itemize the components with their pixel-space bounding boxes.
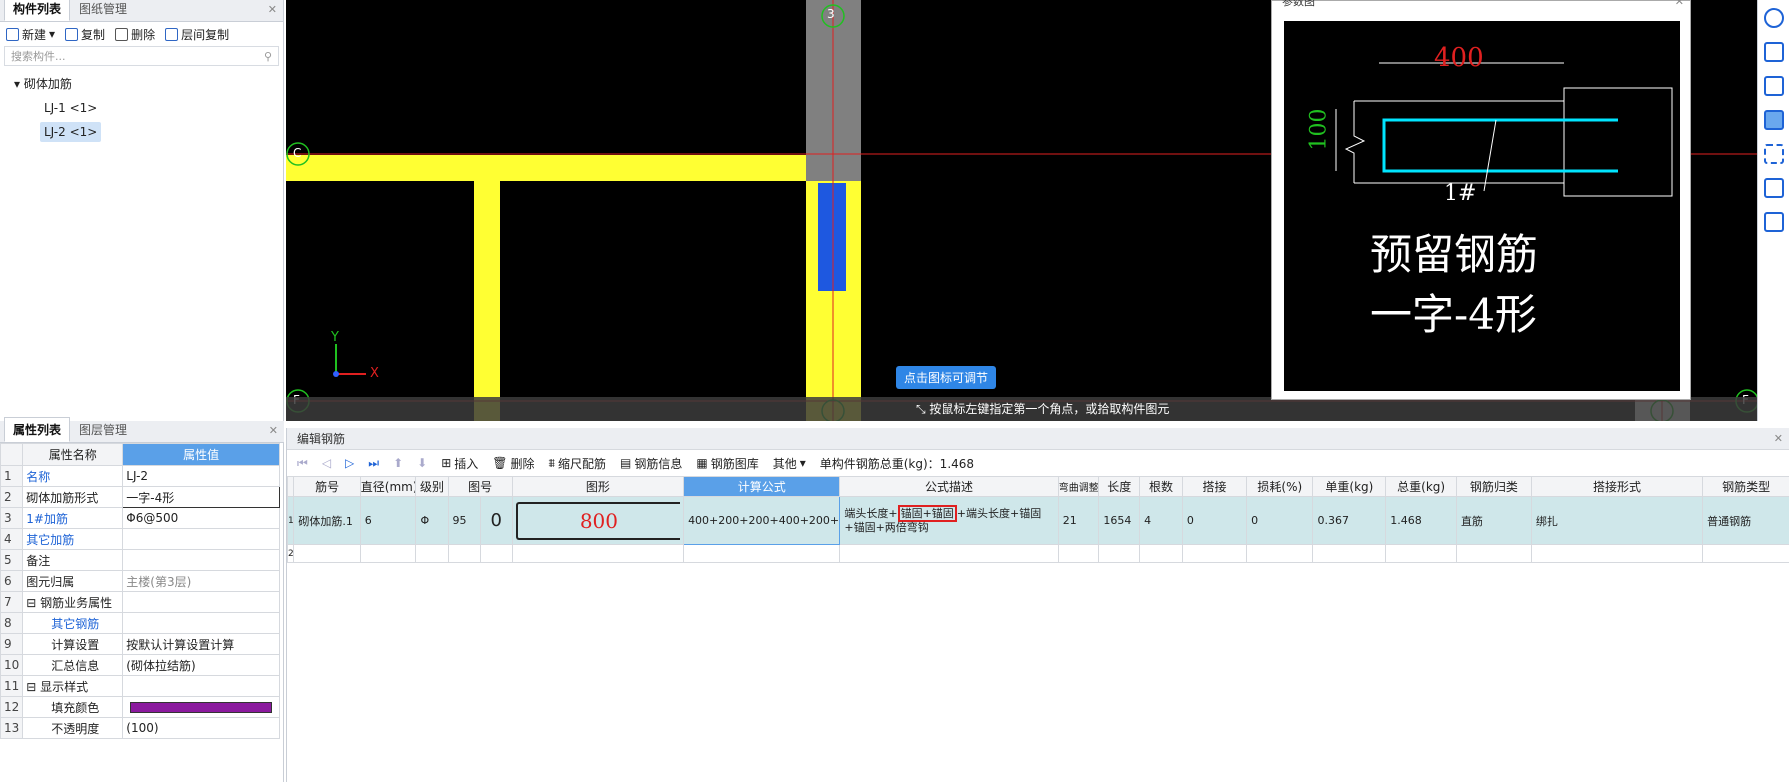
library-icon: ▦ <box>696 456 708 470</box>
table-row[interactable]: 2 <box>286 544 1789 563</box>
table-row[interactable]: 1 砌体加筋.1 6 Φ 95 0 800 400+200+200+400+20… <box>286 496 1789 545</box>
prop-row[interactable]: 7 ⊟ 钢筋业务属性 <box>0 591 280 613</box>
ref-drawing: 400 100 1# 预留钢筋 一字-4形 <box>1284 21 1680 391</box>
prop-row[interactable]: 6 图元归属 主楼(第3层) <box>0 570 280 592</box>
trash-icon: 🗑 <box>492 456 508 470</box>
ref-caption-1: 预留钢筋 <box>1370 230 1539 279</box>
prop-row[interactable]: 5 备注 <box>0 549 280 571</box>
cube-icon[interactable] <box>1764 76 1784 96</box>
prop-row[interactable]: 9 计算设置 按默认计算设置计算 <box>0 633 280 655</box>
move-up-icon[interactable]: ⬆ <box>393 456 403 470</box>
prop-row[interactable]: 12 填充颜色 <box>0 696 280 718</box>
new-button[interactable]: 新建 ▾ <box>6 26 55 43</box>
move-down-icon[interactable]: ⬇ <box>417 456 427 470</box>
prop-row[interactable]: 13 不透明度 (100) <box>0 717 280 739</box>
formula-cell[interactable]: 400+200+200+400+200+200+12.5*d <box>683 496 841 545</box>
rebar-editor-title: 编辑钢筋 <box>297 432 346 446</box>
copy-button[interactable]: 复制 <box>65 26 105 43</box>
tab-component-list[interactable]: 构件列表 <box>4 0 71 21</box>
layer-view-icon[interactable] <box>1764 178 1784 198</box>
col-formula: 计算公式 <box>683 476 841 497</box>
prop-row[interactable]: 8 其它钢筋 <box>0 612 280 634</box>
ucs-x-label: X <box>370 366 379 381</box>
delete-row-button[interactable]: 🗑 删除 <box>492 455 534 472</box>
floor-copy-icon <box>165 27 179 41</box>
close-icon[interactable]: ✕ <box>268 3 277 16</box>
prop-row[interactable]: 10 汇总信息 (砌体拉结筋) <box>0 654 280 676</box>
selected-element[interactable] <box>818 183 846 291</box>
scale-rebar-button[interactable]: ⩩ 缩尺配筋 <box>549 455 606 472</box>
left-panel: 构件列表 图纸管理 ✕ 新建 ▾ 复制 删除 层间复制 搜索构件... ⚲ ▾ 砌体… <box>0 0 284 782</box>
component-search-input[interactable]: 搜索构件... ⚲ <box>4 46 279 66</box>
ref-break-line <box>1344 101 1366 183</box>
prop-row[interactable]: 1 名称 LJ-2 <box>0 465 280 487</box>
reference-image-panel: 参数图 ✕ 400 100 1# 预留钢筋 一字-4形 <box>1271 0 1691 400</box>
next-record-icon[interactable]: ▷ <box>345 456 354 470</box>
command-status: ⤡ 按鼠标左键指定第一个角点，或拾取构件图元 <box>286 397 1757 421</box>
delete-button[interactable]: 删除 <box>115 26 155 43</box>
axis-label-c: C <box>293 146 302 160</box>
wall-vertical <box>474 181 500 421</box>
search-icon: ⚲ <box>263 49 272 63</box>
ref-caption-2: 一字-4形 <box>1370 290 1537 339</box>
prop-row[interactable]: 4 其它加筋 <box>0 528 280 550</box>
tab-property-list[interactable]: 属性列表 <box>4 417 71 442</box>
ref-dim-100: 100 <box>1306 108 1332 151</box>
trash-icon <box>115 27 129 41</box>
prop-row[interactable]: 11 ⊟ 显示样式 <box>0 675 280 697</box>
tree-item-lj2[interactable]: LJ-2 <1> <box>14 120 283 144</box>
ref-column <box>1563 87 1673 197</box>
tooltip-adjust: 点击图标可调节 <box>896 366 997 389</box>
highlighted-anchor: 锚固+锚固 <box>897 504 957 522</box>
scale-icon: ⩩ <box>548 455 555 470</box>
property-table: 属性名称 属性值 1 名称 LJ-2 2 砌体加筋形式 一字-4形 3 1#加筋 Φ6@500… <box>0 443 280 739</box>
cursor-icon: ⤡ <box>916 402 930 416</box>
document-icon[interactable] <box>1764 212 1784 232</box>
ref-dim-400: 400 <box>1434 43 1484 73</box>
copy-icon <box>65 27 79 41</box>
ref-title: 参数图 <box>1282 0 1315 8</box>
prop-row[interactable]: 3 1#加筋 Φ6@500 <box>0 507 280 529</box>
component-tree: ▾ 砌体加筋 LJ-1 <1> LJ-2 <1> <box>0 66 283 144</box>
globe-icon[interactable] <box>1764 8 1784 28</box>
close-icon[interactable]: ✕ <box>1675 0 1684 8</box>
ref-rebar <box>1382 118 1618 173</box>
total-weight: 单构件钢筋总重(kg)：1.468 <box>819 456 975 471</box>
other-dropdown[interactable]: 其他 ▾ <box>773 455 806 472</box>
insert-icon: ⊞ <box>441 456 452 470</box>
tab-drawing-manager[interactable]: 图纸管理 <box>70 0 136 21</box>
col-prop-name: 属性名称 <box>22 443 124 466</box>
axis-label-3: 3 <box>827 7 835 21</box>
col-prop-value: 属性值 <box>122 443 280 466</box>
wall-horizontal <box>286 155 806 181</box>
ref-bar-label: 1# <box>1444 181 1477 206</box>
last-record-icon[interactable]: ⏭ <box>368 456 379 471</box>
shape-figure[interactable]: 800 <box>515 501 681 540</box>
fullscreen-icon[interactable] <box>1764 144 1784 164</box>
info-icon: ▤ <box>619 456 632 470</box>
cad-canvas[interactable]: 3 C F F X Y 点击图标可调节 ⤡ 按鼠标左键指定第一个角点，或拾取构件… <box>286 0 1757 421</box>
rebar-library-button[interactable]: ▦ 钢筋图库 <box>696 455 758 472</box>
3d-view-icon[interactable] <box>1764 42 1784 62</box>
new-icon <box>6 27 19 41</box>
tree-root[interactable]: ▾ 砌体加筋 <box>14 72 283 96</box>
rebar-grid: 筋号 直径(mm) 级别 图号 图形 计算公式 公式描述 弯曲调整 长度 根数 … <box>286 476 1789 563</box>
prop-row[interactable]: 2 砌体加筋形式 一字-4形 <box>0 486 280 508</box>
rebar-editor-panel: 编辑钢筋 ✕ ⏮ ◁ ▷ ⏭ ⬆ ⬇ ⊞ 插入 🗑 删除 ⩩ 缩尺配筋 ▤ 钢筋信息 ▦ 钢… <box>286 428 1789 782</box>
tree-item-lj1[interactable]: LJ-1 <1> <box>14 96 283 120</box>
ref-leader <box>1483 119 1497 192</box>
cube-filled-icon[interactable] <box>1764 110 1784 130</box>
tab-layer-manager[interactable]: 图层管理 <box>70 417 136 442</box>
close-icon[interactable]: ✕ <box>269 424 278 437</box>
rebar-info-button[interactable]: ▤ 钢筋信息 <box>620 455 682 472</box>
floor-copy-button[interactable]: 层间复制 <box>165 26 229 43</box>
first-record-icon[interactable]: ⏮ <box>297 456 308 471</box>
view-toolbar <box>1757 0 1789 421</box>
insert-button[interactable]: ⊞ 插入 <box>441 455 478 472</box>
fill-color-swatch[interactable] <box>130 701 272 713</box>
close-icon[interactable]: ✕ <box>1774 428 1783 450</box>
ucs-y-label: Y <box>331 330 339 345</box>
ucs-origin <box>333 371 339 377</box>
prev-record-icon[interactable]: ◁ <box>322 456 331 470</box>
